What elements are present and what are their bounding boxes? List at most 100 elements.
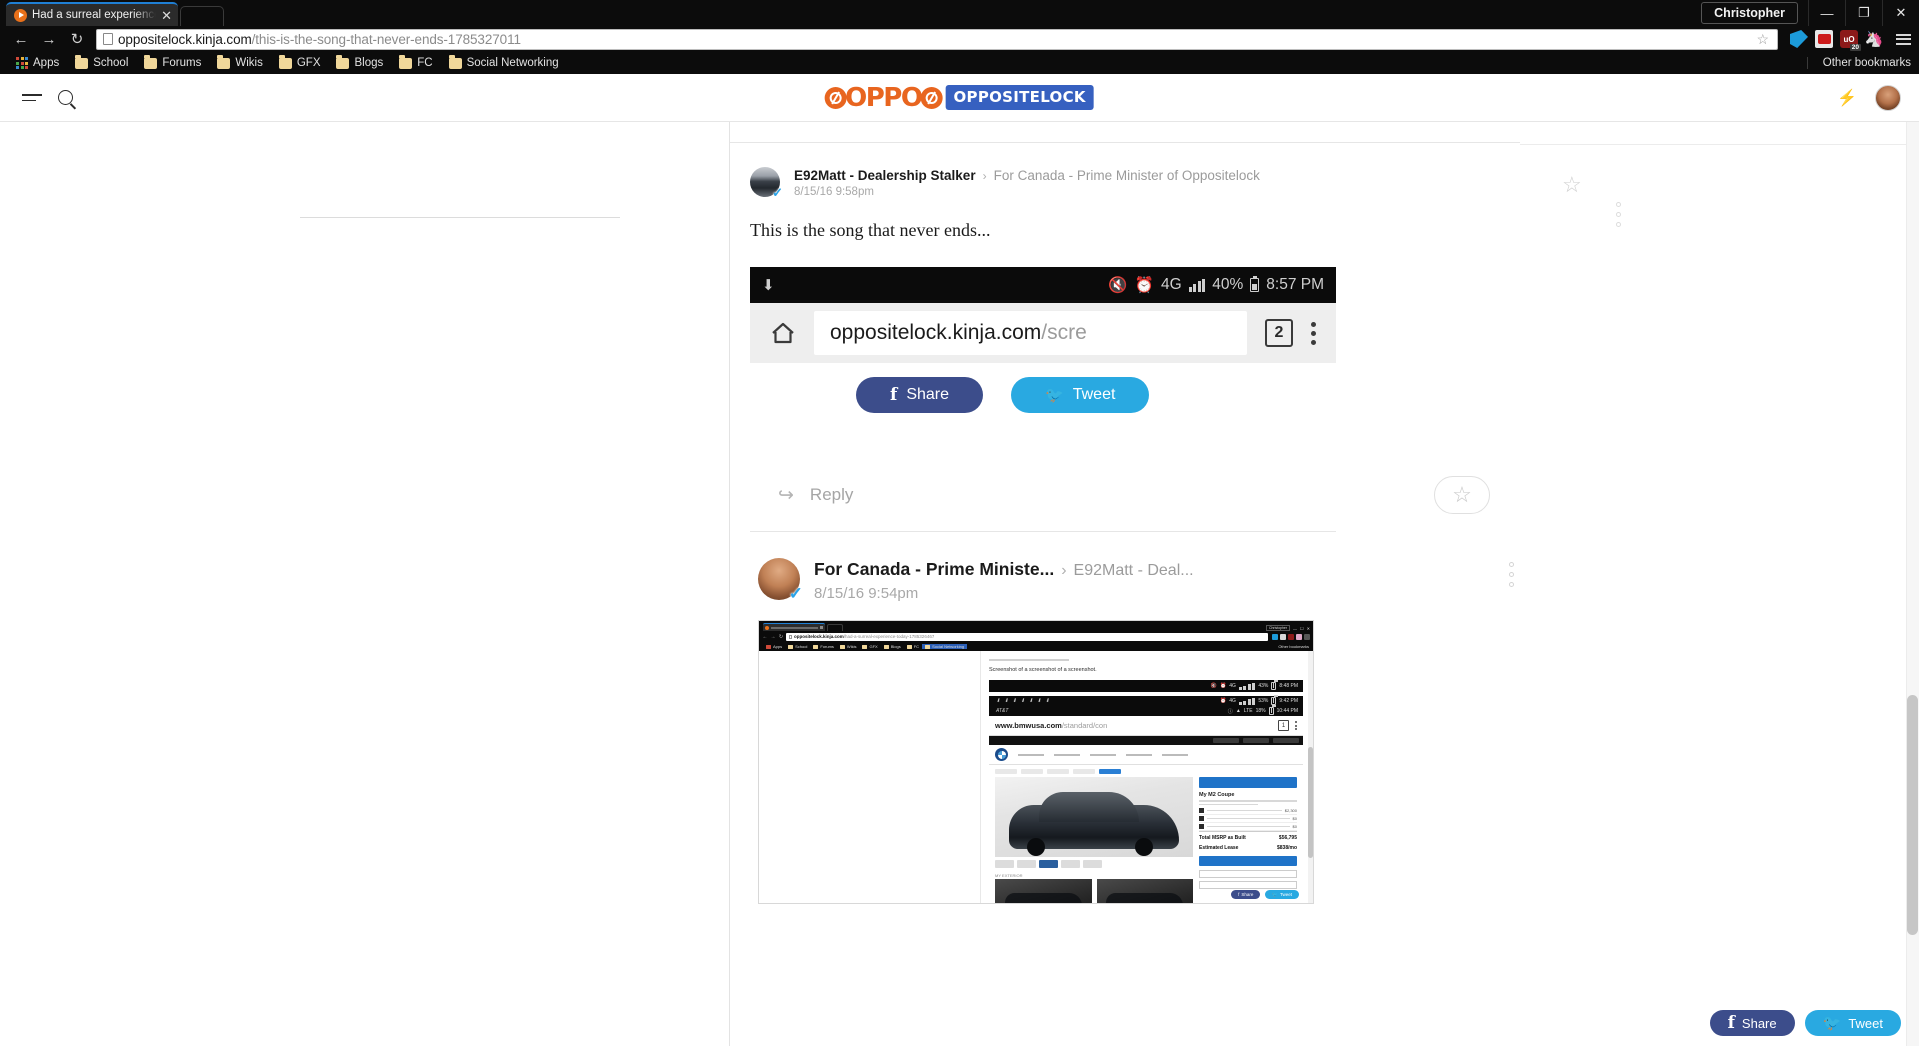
mobile-tab-count-button[interactable]: 2 xyxy=(1265,319,1293,347)
bookmark-item-school[interactable]: School xyxy=(67,55,136,71)
facebook-share-label: Share xyxy=(906,386,950,403)
mobile-url-domain: oppositelock.kinja.com xyxy=(830,321,1042,344)
facebook-icon: f xyxy=(1238,892,1240,897)
nested-new-tab-button xyxy=(827,624,843,631)
carrier-label: AT&T xyxy=(996,708,1009,714)
back-button[interactable]: ← xyxy=(8,28,34,50)
twitter-tweet-button[interactable]: 🐦 Tweet xyxy=(1011,377,1150,413)
bookmark-item-forums[interactable]: Forums xyxy=(136,55,209,71)
nested-bookmark-label: Forums xyxy=(820,644,834,649)
forward-button[interactable]: → xyxy=(36,28,62,50)
post-1-actions: ↪ Reply ☆ xyxy=(730,413,1520,531)
mute-icon: 🔇 xyxy=(1108,276,1128,294)
rail-kebab-menu-icon[interactable] xyxy=(1616,202,1621,227)
other-bookmarks-button[interactable]: Other bookmarks xyxy=(1806,57,1911,69)
nested-left-rail xyxy=(759,651,981,903)
bookmark-item-blogs[interactable]: Blogs xyxy=(328,55,391,71)
minimize-button[interactable]: — xyxy=(1808,0,1845,26)
bookmark-item-apps[interactable]: Apps xyxy=(8,55,67,71)
page-scrollbar[interactable] xyxy=(1906,122,1919,1046)
bmw-navigation xyxy=(989,745,1303,765)
post-2-embedded-screenshot[interactable]: Christopher — ☐ ✕ ← → ↻ oppositelock.kin… xyxy=(758,620,1314,904)
reply-button[interactable]: ↪ Reply xyxy=(778,484,853,507)
post-1-recipient[interactable]: For Canada - Prime Minister of Oppositel… xyxy=(994,168,1260,183)
bookmark-label: GFX xyxy=(296,57,321,69)
facebook-share-button[interactable]: f Share xyxy=(1709,1010,1795,1036)
mobile-kebab-menu-icon[interactable] xyxy=(1311,321,1316,345)
logo-wheel-icon xyxy=(824,86,847,109)
home-icon[interactable] xyxy=(770,321,796,345)
bmw-nav-link xyxy=(1054,753,1080,756)
header-right-group: ⚡ xyxy=(1837,84,1901,111)
nested-browser-tab xyxy=(763,623,825,631)
nested-post-meta xyxy=(989,659,1069,661)
post-1-timestamp: 8/15/16 9:58pm xyxy=(794,186,874,198)
nested-bookmark-label: Wikis xyxy=(846,644,857,649)
bookmark-label: Forums xyxy=(162,57,202,69)
mobile-address-bar[interactable]: oppositelock.kinja.com/scre xyxy=(814,311,1247,355)
twitter-tweet-button: 🐦 Tweet xyxy=(1265,890,1299,899)
oppositelock-logo[interactable]: OPPO OPPOSITELOCK xyxy=(824,83,1094,113)
reload-button[interactable]: ↻ xyxy=(64,28,90,50)
facebook-share-label: Share xyxy=(1741,1015,1777,1031)
twitter-tweet-button[interactable]: 🐦 Tweet xyxy=(1804,1010,1901,1036)
nested-bookmark-label: GFX xyxy=(869,644,878,649)
lightning-bolt-icon[interactable]: ⚡ xyxy=(1837,88,1857,108)
profile-name-button[interactable]: Christopher xyxy=(1701,2,1798,24)
status-clock: 9:42 PM xyxy=(1279,698,1298,704)
tab-close-icon[interactable]: ✕ xyxy=(161,9,172,22)
user-avatar[interactable] xyxy=(1875,84,1901,111)
bmw-spec-line xyxy=(1199,800,1297,802)
scrollbar-thumb[interactable] xyxy=(1907,694,1918,936)
facebook-share-button[interactable]: f Share xyxy=(856,377,984,413)
network-label: LTE xyxy=(1243,708,1253,714)
nested-extensions xyxy=(1270,633,1310,640)
nested-back-icon: ← xyxy=(762,633,768,640)
bookmark-item-fc[interactable]: FC xyxy=(391,55,440,71)
browser-tab[interactable]: Had a surreal experience t ✕ xyxy=(6,2,178,26)
page-body: ✓ E92Matt - Dealership Stalker › For Can… xyxy=(0,122,1919,1046)
post-2-recipient[interactable]: E92Matt - Deal... xyxy=(1074,562,1194,580)
post-2-kebab-menu-icon[interactable] xyxy=(1509,558,1520,587)
post-2-avatar[interactable]: ✓ xyxy=(758,558,803,602)
hamburger-icon[interactable] xyxy=(22,94,42,101)
evernote-extension-icon[interactable] xyxy=(1790,30,1808,48)
close-window-button[interactable]: ✕ xyxy=(1882,0,1919,26)
nested-browser-chrome: Christopher — ☐ ✕ ← → ↻ oppositelock.kin… xyxy=(759,621,1313,651)
new-tab-button[interactable] xyxy=(180,6,224,26)
browser-titlebar: Had a surreal experience t ✕ Christopher… xyxy=(0,0,1919,26)
bookmark-star-icon[interactable]: ☆ xyxy=(1756,31,1771,48)
post-1-avatar[interactable]: ✓ xyxy=(750,167,783,199)
youtube-extension-icon[interactable] xyxy=(1815,30,1833,48)
bmw-lease-value: $838/mo xyxy=(1276,845,1297,851)
url-path: /this-is-the-song-that-never-ends-178532… xyxy=(251,31,521,47)
ublock-origin-extension-icon[interactable]: uO 20 xyxy=(1840,30,1861,51)
post-2-author[interactable]: For Canada - Prime Ministe... xyxy=(814,559,1054,580)
bookmark-item-gfx[interactable]: GFX xyxy=(271,55,329,71)
address-bar[interactable]: oppositelock.kinja.com/this-is-the-song-… xyxy=(96,28,1778,50)
page-info-icon[interactable] xyxy=(103,33,113,45)
post-1-embedded-screenshot[interactable]: ⬇ 🔇 ⏰ 4G 40% 8:57 PM oppositelock.kinja.… xyxy=(750,267,1336,413)
search-icon[interactable] xyxy=(58,90,73,105)
chrome-menu-icon[interactable] xyxy=(1890,33,1911,45)
unicorn-extension-icon[interactable]: 🦄 xyxy=(1865,30,1884,48)
post-1-author[interactable]: E92Matt - Dealership Stalker xyxy=(794,168,976,183)
bmw-nav-link xyxy=(1126,753,1152,756)
nested-status-bar-3: AT&T ⓘ ▲ LTE 18% 10:44 PM xyxy=(989,705,1303,716)
star-button[interactable]: ☆ xyxy=(1434,476,1490,514)
ublock-badge-count: 20 xyxy=(1849,44,1861,51)
floating-share-bar: f Share 🐦 Tweet xyxy=(1709,1010,1901,1036)
facebook-icon: f xyxy=(1727,1013,1735,1033)
bmw-hero-image xyxy=(995,777,1193,857)
maximize-button[interactable]: ❐ xyxy=(1845,0,1882,26)
bookmark-item-social-networking[interactable]: Social Networking xyxy=(441,55,567,71)
bmw-config-tabs xyxy=(989,765,1303,777)
bmw-option-row: $2,300 xyxy=(1199,807,1297,815)
browser-window: Had a surreal experience t ✕ Christopher… xyxy=(0,0,1919,1046)
bookmark-item-wikis[interactable]: Wikis xyxy=(209,55,270,71)
rail-star-icon[interactable]: ☆ xyxy=(1562,172,1582,198)
nested-status-bar-1: 🔇 ⏰ 4G 43% 8:48 PM xyxy=(989,680,1303,692)
tab-title: Had a surreal experience t xyxy=(32,9,157,21)
bmw-spec-line xyxy=(1199,803,1258,805)
nested-bookmark-gfx: GFX xyxy=(859,644,880,649)
